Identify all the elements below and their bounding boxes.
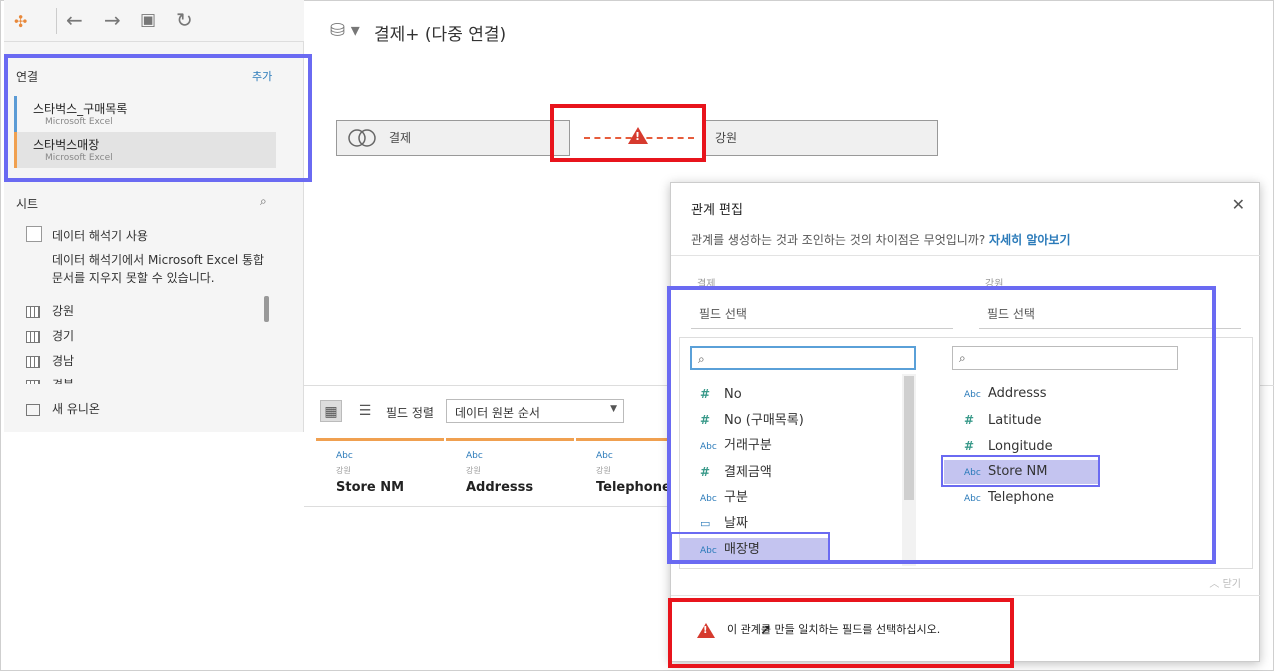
chevron-down-icon: ▼ (610, 404, 617, 414)
sort-label: 필드 정렬 (386, 406, 434, 420)
join-venn-icon (348, 129, 376, 147)
interpreter-label: 데이터 해석기 사용 (52, 229, 148, 243)
table-icon (26, 355, 40, 368)
datasource-icon[interactable]: ⛁ ▾ (330, 20, 360, 41)
dialog-divider (671, 595, 1261, 596)
dialog-divider (671, 255, 1261, 256)
sheets-scrollbar[interactable] (264, 296, 269, 322)
union-icon (26, 403, 40, 416)
toolbar: ✣ ← → ▣ ↻ (4, 0, 304, 42)
forward-arrow-icon[interactable]: → (104, 8, 121, 32)
list-view-icon[interactable]: ☰ (354, 400, 376, 422)
sort-dropdown[interactable]: 데이터 원본 순서 ▼ (446, 399, 624, 423)
grid-divider (304, 506, 674, 507)
sheet-item[interactable]: 경기 (26, 327, 74, 344)
interpreter-description: 데이터 해석기에서 Microsoft Excel 통합 문서를 지우지 못할 … (52, 253, 265, 285)
highlight-box-warning (668, 598, 1014, 668)
grid-column-header[interactable]: Abc 강원 Store NM (316, 438, 444, 506)
sheet-item[interactable]: 강원 (26, 302, 74, 319)
learn-more-link[interactable]: 자세히 알아보기 (989, 233, 1070, 247)
search-icon[interactable]: ⌕ (260, 194, 267, 209)
dialog-description: 관계를 생성하는 것과 조인하는 것의 차이점은 무엇입니까? 자세히 알아보기 (691, 233, 1071, 247)
collapse-button[interactable]: ︿ 닫기 (1209, 575, 1241, 590)
table-icon (26, 330, 40, 343)
grid-view-icon[interactable]: ▦ (320, 400, 342, 422)
grid-column-header[interactable]: Abc 강원 Telephone (576, 438, 672, 506)
right-table-box[interactable]: 강원 (704, 120, 938, 156)
sheet-item[interactable]: 경남 (26, 352, 74, 369)
save-icon[interactable]: ▣ (140, 8, 156, 32)
highlight-box-field-lists (667, 286, 1216, 564)
grid-column-header[interactable]: Abc 강원 Addresss (446, 438, 574, 506)
dialog-title: 관계 편집 (691, 203, 743, 218)
interpreter-checkbox[interactable] (26, 226, 42, 242)
datasource-title[interactable]: 결제+ (다중 연결) (374, 20, 506, 45)
highlight-box-relationship (550, 104, 706, 162)
table-icon (26, 379, 40, 384)
close-icon[interactable]: ✕ (1232, 195, 1245, 214)
sheet-item[interactable]: 경북 (26, 376, 74, 384)
tableau-logo-icon[interactable]: ✣ (14, 10, 27, 34)
table-icon (26, 305, 40, 318)
highlight-box-left-field (670, 532, 830, 562)
new-union-item[interactable]: 새 유니온 (26, 400, 100, 417)
refresh-icon[interactable]: ↻ (176, 8, 193, 32)
highlight-box-connections (4, 54, 312, 182)
highlight-box-right-field (941, 455, 1100, 487)
sheets-label: 시트 (16, 197, 39, 211)
toolbar-separator (56, 8, 57, 34)
back-arrow-icon[interactable]: ← (66, 8, 83, 32)
